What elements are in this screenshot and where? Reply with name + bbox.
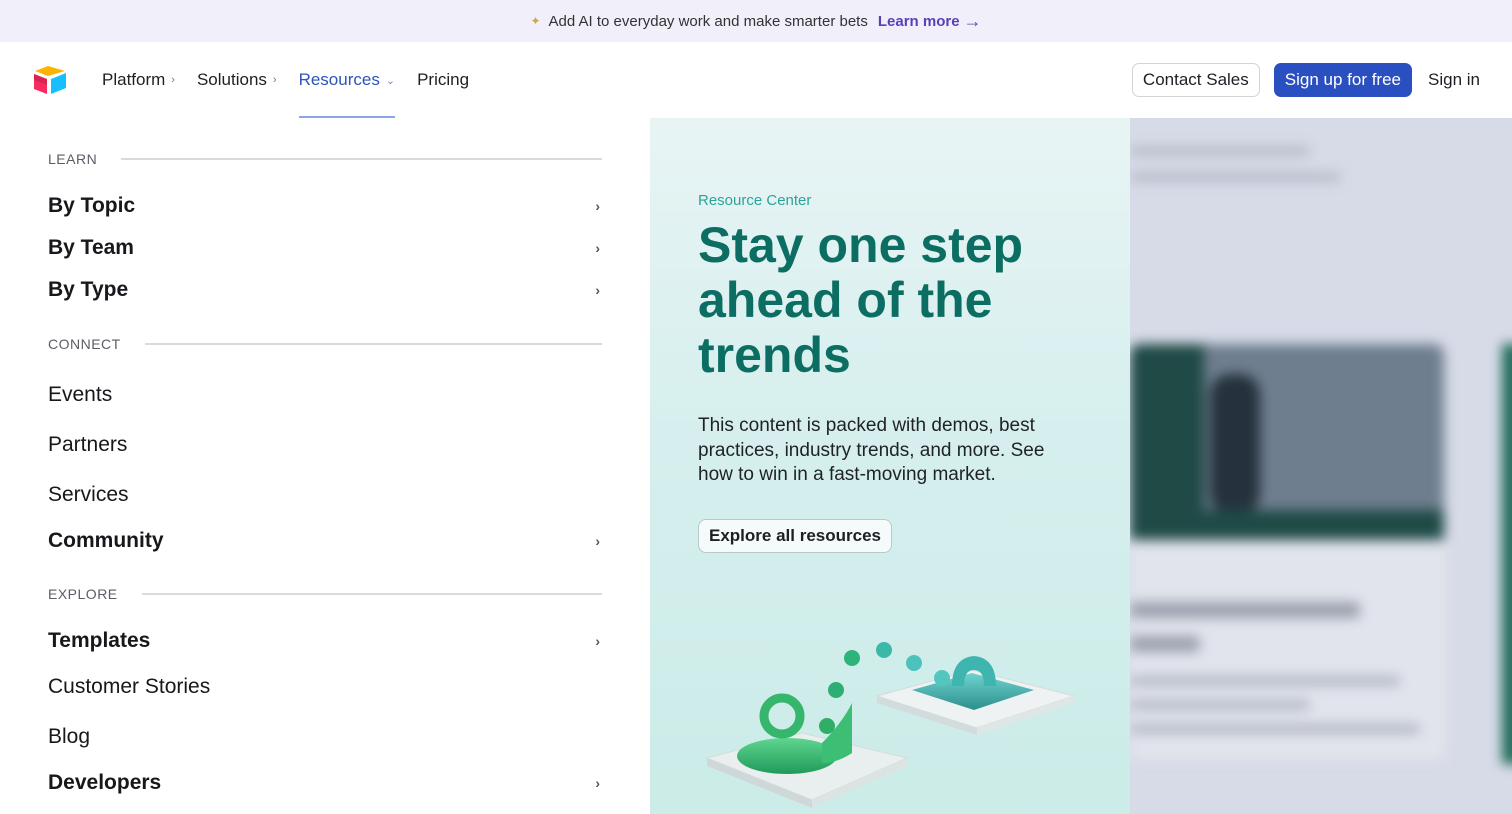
menu-item-by-team[interactable]: By Team ›	[48, 236, 602, 260]
menu-item-label: Community	[48, 529, 164, 552]
explore-resources-button[interactable]: Explore all resources	[698, 519, 892, 553]
learn-more-label: Learn more	[877, 12, 960, 30]
top-nav: Platform › Solutions › Resources ⌄ Prici…	[0, 42, 1512, 118]
nav-solutions[interactable]: Solutions ›	[197, 42, 277, 118]
chevron-right-icon: ›	[595, 533, 600, 549]
resources-menu: LEARN By Topic › By Team › By Type › CON…	[0, 118, 650, 814]
chevron-right-icon: ›	[595, 282, 600, 298]
menu-item-label: Templates	[48, 629, 151, 652]
nav-pricing-label: Pricing	[417, 70, 470, 89]
menu-item-label: Customer Stories	[48, 675, 211, 698]
menu-item-label: By Team	[48, 236, 134, 259]
chevron-right-icon: ›	[595, 240, 600, 256]
nav-pricing[interactable]: Pricing	[417, 42, 469, 118]
resource-center-panel: Resource Center Stay one step ahead of t…	[650, 118, 1130, 814]
menu-item-events[interactable]: Events	[48, 383, 602, 407]
menu-item-label: Partners	[48, 433, 128, 456]
nav-solutions-label: Solutions	[196, 70, 267, 89]
menu-item-customer-stories[interactable]: Customer Stories	[48, 675, 602, 699]
announcement-bar: ✦ Add AI to everyday work and make smart…	[0, 0, 1512, 42]
menu-item-by-topic[interactable]: By Topic ›	[48, 194, 602, 218]
connect-heading: CONNECT	[48, 336, 121, 352]
explore-heading: EXPLORE	[48, 586, 118, 602]
menu-item-label: Blog	[48, 725, 91, 748]
nav-resources-label: Resources	[298, 70, 380, 89]
menu-item-developers[interactable]: Developers ›	[48, 771, 602, 795]
menu-item-label: Developers	[48, 771, 162, 794]
nav-resources[interactable]: Resources ⌄	[298, 42, 396, 118]
nav-platform-label: Platform	[102, 70, 166, 89]
sparkle-icon: ✦	[530, 14, 541, 28]
menu-item-templates[interactable]: Templates ›	[48, 629, 602, 653]
connect-section-heading: CONNECT	[48, 336, 602, 352]
contact-sales-button[interactable]: Contact Sales	[1131, 63, 1260, 97]
menu-item-label: By Type	[48, 278, 129, 301]
divider	[141, 593, 602, 595]
menu-item-blog[interactable]: Blog	[48, 725, 602, 749]
menu-item-label: Services	[48, 483, 129, 506]
chevron-down-icon: ⌄	[385, 74, 396, 87]
eyebrow: Resource Center	[698, 192, 812, 209]
illustration	[705, 642, 1076, 808]
nav-actions: Contact Sales Sign up for free Sign in	[1131, 63, 1480, 97]
blurred-content	[1130, 118, 1512, 814]
divider	[144, 343, 602, 345]
learn-more-link[interactable]: Learn more →	[878, 12, 982, 30]
chevron-right-icon: ›	[272, 74, 277, 86]
menu-item-label: By Topic	[48, 194, 136, 217]
explore-section-heading: EXPLORE	[48, 586, 602, 602]
announcement-text: Add AI to everyday work and make smarter…	[548, 12, 868, 30]
description: This content is packed with demos, best …	[698, 415, 1045, 485]
sign-up-button[interactable]: Sign up for free	[1273, 63, 1413, 97]
menu-item-services[interactable]: Services	[48, 483, 602, 507]
learn-heading: LEARN	[48, 151, 98, 167]
menu-item-community[interactable]: Community ›	[48, 529, 602, 553]
chevron-right-icon: ›	[595, 198, 600, 214]
sign-in-link[interactable]: Sign in	[1428, 70, 1480, 90]
chevron-right-icon: ›	[595, 775, 600, 791]
chevron-right-icon: ›	[171, 74, 175, 86]
learn-section-heading: LEARN	[48, 151, 602, 167]
menu-item-label: Events	[48, 383, 113, 406]
menu-item-by-type[interactable]: By Type ›	[48, 278, 602, 302]
airtable-logo[interactable]	[32, 65, 68, 95]
headline: Stay one step ahead of the trends	[698, 217, 1024, 383]
divider	[121, 158, 602, 160]
page-background-blurred	[1130, 118, 1512, 814]
arrow-right-icon: →	[963, 11, 982, 31]
menu-item-partners[interactable]: Partners	[48, 433, 602, 457]
chevron-right-icon: ›	[595, 633, 600, 649]
nav-platform[interactable]: Platform ›	[102, 42, 175, 118]
